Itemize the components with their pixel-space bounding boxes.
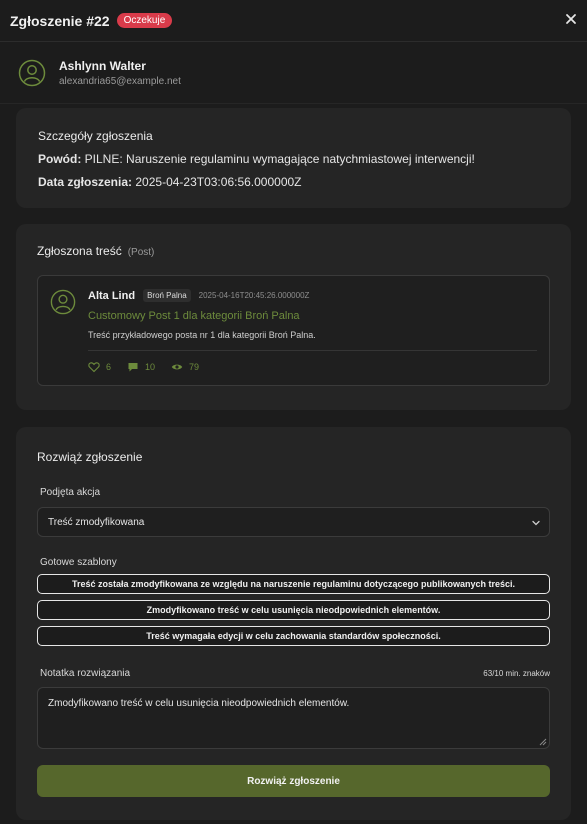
action-label: Podjęta akcja [40,487,101,498]
user-name: Ashlynn Walter [59,58,146,73]
reported-content-card: Zgłoszona treść (Post) Alta Lind Broń Pa… [16,224,571,410]
char-counter: 63/10 min. znaków [483,669,550,678]
eye-icon [171,364,183,370]
close-icon[interactable] [564,12,578,26]
action-select[interactable]: Treść zmodyfikowana [37,507,550,537]
templates-label: Gotowe szablony [40,557,117,568]
views-count: 79 [189,362,200,372]
note-label-row: Notatka rozwiązania 63/10 min. znaków [37,668,550,679]
action-select-value: Treść zmodyfikowana [48,516,145,528]
resolve-card: Rozwiąż zgłoszenie Podjęta akcja Treść z… [16,427,571,820]
note-text: Zmodyfikowano treść w celu usunięcia nie… [48,698,350,709]
resize-handle-icon[interactable] [539,738,547,746]
report-details-card: Szczegóły zgłoszenia Powód: PILNE: Narus… [16,108,571,208]
reason-value: PILNE: Naruszenie regulaminu wymagające … [84,152,475,166]
heart-icon [88,362,100,373]
views-stat: 79 [171,361,199,373]
reason-label: Powód: [38,152,82,166]
post-stats: 6 10 79 [88,361,537,373]
template-button-1[interactable]: Treść została zmodyfikowana ze względu n… [37,574,550,594]
author-avatar-icon [50,289,76,315]
note-label: Notatka rozwiązania [40,668,131,679]
date-value: 2025-04-23T03:06:56.000000Z [135,175,302,189]
template-button-3[interactable]: Treść wymagała edycji w celu zachowania … [37,626,550,646]
reason-line: Powód: PILNE: Naruszenie regulaminu wyma… [38,152,549,166]
reported-content-title: Zgłoszona treść [37,244,122,258]
likes-count: 6 [106,362,112,372]
templates-list: Treść została zmodyfikowana ze względu n… [37,574,550,646]
resolve-title: Rozwiąż zgłoszenie [37,450,143,464]
comment-icon [128,363,138,372]
post-preview: Alta Lind Broń Palna 2025-04-16T20:45:26… [37,275,550,386]
comments-count: 10 [145,362,156,372]
details-title: Szczegóły zgłoszenia [38,129,153,143]
post-excerpt: Treść przykładowego posta nr 1 dla kateg… [88,330,316,340]
user-email: alexandria65@example.net [59,75,181,87]
date-line: Data zgłoszenia: 2025-04-23T03:06:56.000… [38,175,549,189]
date-label: Data zgłoszenia: [38,175,133,189]
status-badge: Oczekuje [116,13,173,28]
likes-stat: 6 [88,361,111,373]
chevron-down-icon [532,520,540,526]
category-tag: Broń Palna [143,289,191,302]
template-button-2[interactable]: Zmodyfikowano treść w celu usunięcia nie… [37,600,550,620]
post-author: Alta Lind [88,289,136,302]
post-divider [88,350,537,351]
reporter-info: Ashlynn Walter alexandria65@example.net [0,42,587,104]
resolution-note-textarea[interactable]: Zmodyfikowano treść w celu usunięcia nie… [37,687,550,749]
user-avatar-icon [18,59,46,86]
resolve-button[interactable]: Rozwiąż zgłoszenie [37,765,550,797]
comments-stat: 10 [127,361,155,373]
modal-header: Zgłoszenie #22 Oczekuje [0,0,587,42]
post-title-link[interactable]: Customowy Post 1 dla kategorii Broń Paln… [88,310,537,322]
page-title: Zgłoszenie #22 [10,12,110,29]
post-date: 2025-04-16T20:45:26.000000Z [198,291,310,300]
content-type-label: (Post) [127,247,155,258]
